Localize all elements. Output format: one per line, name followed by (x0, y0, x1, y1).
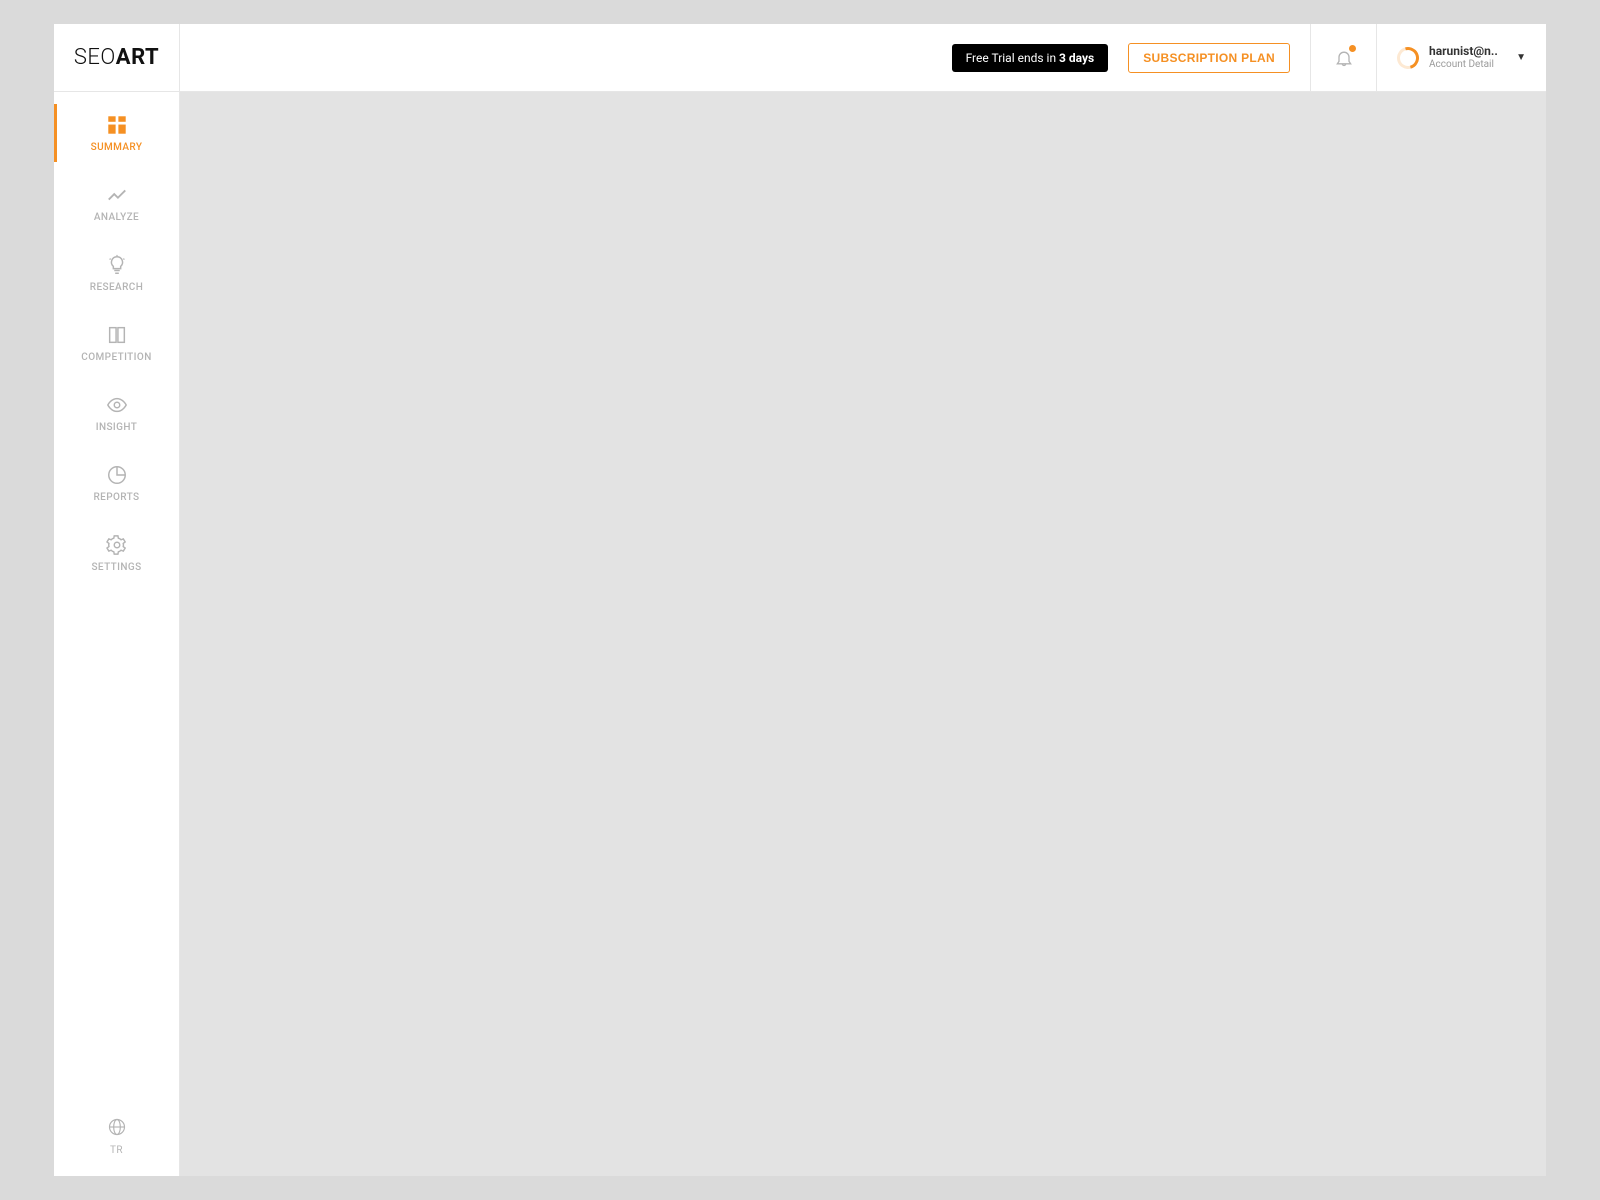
globe-icon (107, 1117, 127, 1141)
account-name: harunist@n.. (1429, 45, 1506, 58)
gear-icon (106, 534, 128, 556)
sidebar-item-settings[interactable]: SETTINGS (54, 518, 179, 588)
header: SEOART Free Trial ends in 3 days SUBSCRI… (54, 24, 1546, 92)
sidebar-item-label: RESEARCH (90, 282, 143, 293)
sidebar-item-research[interactable]: RESEARCH (54, 238, 179, 308)
subscription-plan-button[interactable]: SUBSCRIPTION PLAN (1128, 43, 1290, 73)
eye-icon (106, 394, 128, 416)
sidebar-item-label: ANALYZE (94, 212, 139, 223)
trial-prefix: Free Trial ends in (966, 51, 1059, 65)
logo-text-thin: SEO (74, 45, 116, 70)
bell-icon (1334, 47, 1354, 69)
app-frame: SEOART Free Trial ends in 3 days SUBSCRI… (54, 24, 1546, 1176)
logo-cell: SEOART (54, 24, 180, 91)
language-switcher[interactable]: TR (54, 1106, 179, 1166)
sidebar-item-insight[interactable]: INSIGHT (54, 378, 179, 448)
sidebar-item-label: COMPETITION (81, 352, 151, 363)
content-area (180, 92, 1546, 1176)
logo-text-bold: ART (116, 45, 159, 70)
sidebar-spacer (54, 588, 179, 1106)
sidebar-item-label: REPORTS (93, 492, 139, 503)
sidebar-item-label: SETTINGS (91, 562, 141, 573)
sidebar-item-label: SUMMARY (91, 142, 143, 153)
account-menu[interactable]: harunist@n.. Account Detail ▼ (1376, 24, 1546, 91)
sidebar-item-summary[interactable]: SUMMARY (54, 98, 179, 168)
sidebar-item-analyze[interactable]: ANALYZE (54, 168, 179, 238)
trial-days: 3 days (1059, 51, 1094, 65)
pie-chart-icon (106, 464, 128, 486)
trend-icon (106, 184, 128, 206)
body: SUMMARY ANALYZE RESEAR (54, 92, 1546, 1176)
notification-dot-icon (1349, 45, 1356, 52)
compare-icon (106, 324, 128, 346)
dashboard-icon (106, 114, 128, 136)
sidebar-item-label: INSIGHT (96, 422, 137, 433)
sidebar-item-reports[interactable]: REPORTS (54, 448, 179, 518)
sidebar-item-competition[interactable]: COMPETITION (54, 308, 179, 378)
trial-badge: Free Trial ends in 3 days (952, 44, 1109, 72)
chevron-down-icon: ▼ (1516, 52, 1526, 63)
account-text: harunist@n.. Account Detail (1429, 45, 1506, 69)
loading-spinner-icon (1393, 42, 1423, 72)
notifications-button[interactable] (1310, 24, 1376, 91)
sidebar: SUMMARY ANALYZE RESEAR (54, 92, 180, 1176)
account-detail-label: Account Detail (1429, 59, 1506, 70)
language-label: TR (110, 1145, 123, 1156)
lightbulb-icon (106, 254, 128, 276)
logo[interactable]: SEOART (74, 45, 159, 70)
